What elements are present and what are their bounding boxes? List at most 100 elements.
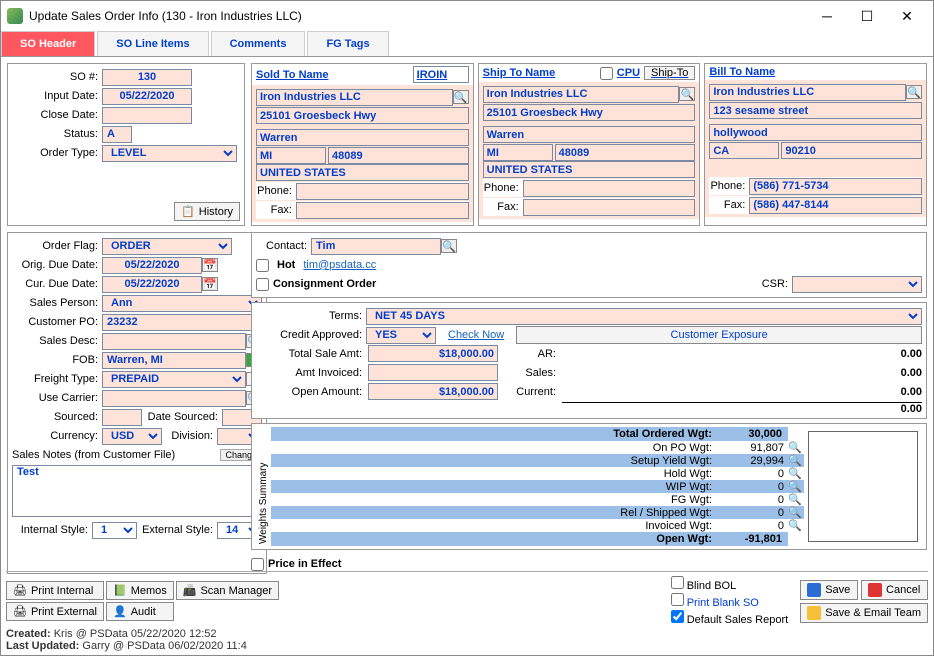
- consign-check[interactable]: [256, 278, 269, 291]
- status[interactable]: A: [102, 126, 132, 143]
- wgt-po-icon[interactable]: 🔍: [788, 441, 804, 454]
- maximize-button[interactable]: ☐: [847, 2, 887, 30]
- ship-fax[interactable]: [523, 199, 696, 216]
- cur-due-cal-icon[interactable]: 📅: [202, 277, 218, 291]
- weights-image-box: [808, 431, 918, 542]
- sold-phone[interactable]: [296, 183, 469, 200]
- ship-zip[interactable]: 48089: [555, 144, 696, 161]
- carrier[interactable]: [102, 390, 246, 407]
- audit-button[interactable]: 👤 Audit: [106, 602, 174, 621]
- sold-addr[interactable]: 25101 Groesbeck Hwy: [256, 107, 469, 124]
- hot-check[interactable]: [256, 259, 269, 272]
- sales-desc[interactable]: [102, 333, 246, 350]
- sales-person[interactable]: Ann: [102, 295, 262, 312]
- credit-approved[interactable]: YES: [366, 327, 436, 344]
- sold-fax[interactable]: [296, 202, 469, 219]
- input-date[interactable]: 05/22/2020: [102, 88, 192, 105]
- default-report-row[interactable]: Default Sales Report: [671, 610, 789, 626]
- wgt-wip-lbl: WIP Wgt:: [271, 481, 718, 493]
- contact[interactable]: Tim: [311, 238, 441, 255]
- freight-type[interactable]: PREPAID: [102, 371, 246, 388]
- orig-due-cal-icon[interactable]: 📅: [202, 258, 218, 272]
- check-now[interactable]: Check Now: [448, 329, 504, 341]
- memos-button[interactable]: 📗 Memos: [106, 581, 174, 600]
- wgt-hold-icon[interactable]: 🔍: [788, 467, 804, 480]
- cur-due-lbl: Cur. Due Date:: [12, 278, 102, 290]
- fob[interactable]: Warren, MI: [102, 352, 246, 369]
- bill-phone[interactable]: (586) 771-5734: [749, 178, 922, 195]
- bill-lookup-icon[interactable]: 🔍: [906, 85, 922, 99]
- bill-city[interactable]: hollywood: [709, 124, 922, 141]
- cancel-button[interactable]: Cancel: [861, 580, 928, 600]
- close-button[interactable]: ✕: [887, 2, 927, 30]
- save-button[interactable]: Save: [800, 580, 858, 600]
- tot-sale-lbl: Total Sale Amt:: [256, 348, 366, 360]
- print-blank-row[interactable]: Print Blank SO: [671, 593, 789, 609]
- customer-exposure[interactable]: Customer Exposure: [516, 326, 922, 344]
- bill-zip[interactable]: 90210: [781, 142, 922, 159]
- terms[interactable]: NET 45 DAYS: [366, 308, 922, 325]
- sold-lookup-icon[interactable]: 🔍: [453, 90, 469, 104]
- ship-addr[interactable]: 25101 Groesbeck Hwy: [483, 104, 696, 121]
- default-report-check[interactable]: [671, 610, 684, 623]
- csr[interactable]: [792, 276, 922, 293]
- save-email-button[interactable]: Save & Email Team: [800, 603, 928, 623]
- sold-country[interactable]: UNITED STATES: [256, 164, 469, 181]
- bill-state[interactable]: CA: [709, 142, 779, 159]
- print-external-button[interactable]: 🖨 Print External: [6, 602, 104, 621]
- blind-bol-check[interactable]: [671, 576, 684, 589]
- ship-phone[interactable]: [523, 180, 696, 197]
- ship-city[interactable]: Warren: [483, 126, 696, 143]
- currency[interactable]: USD: [102, 428, 162, 445]
- tab-comments[interactable]: Comments: [211, 31, 306, 56]
- wgt-setup-icon[interactable]: 🔍: [788, 454, 804, 467]
- order-flag[interactable]: ORDER: [102, 238, 232, 255]
- ship-country[interactable]: UNITED STATES: [483, 161, 696, 178]
- order-type[interactable]: LEVEL: [102, 145, 237, 162]
- contact-look-icon[interactable]: 🔍: [441, 239, 457, 253]
- print-internal-button[interactable]: 🖨 Print Internal: [6, 581, 104, 600]
- ship-state[interactable]: MI: [483, 144, 553, 161]
- close-date-label: Close Date:: [12, 109, 102, 121]
- tab-so-header[interactable]: SO Header: [1, 31, 95, 56]
- sold-to-panel: Sold To NameIROIN Iron Industries LLC🔍 2…: [251, 63, 474, 226]
- so-num[interactable]: 130: [102, 69, 192, 86]
- sourced[interactable]: [102, 409, 142, 426]
- wgt-wip-icon[interactable]: 🔍: [788, 480, 804, 493]
- fin-sales: 0.00: [562, 367, 922, 379]
- bill-fax[interactable]: (586) 447-8144: [749, 197, 922, 214]
- scan-manager-button[interactable]: 📠 Scan Manager: [176, 581, 279, 600]
- orig-due[interactable]: 05/22/2020: [102, 257, 202, 274]
- sold-name[interactable]: Iron Industries LLC: [256, 89, 453, 106]
- wgt-rel-icon[interactable]: 🔍: [788, 506, 804, 519]
- contact-email[interactable]: tim@psdata.cc: [303, 259, 376, 271]
- ship-lookup-icon[interactable]: 🔍: [679, 87, 695, 101]
- sold-code[interactable]: IROIN: [413, 66, 469, 83]
- wgt-fg: 0: [718, 494, 788, 506]
- bill-addr[interactable]: 123 sesame street: [709, 102, 922, 119]
- bill-name[interactable]: Iron Industries LLC: [709, 84, 906, 101]
- ship-name[interactable]: Iron Industries LLC: [483, 86, 680, 103]
- price-effect-check[interactable]: [251, 558, 264, 571]
- sold-state[interactable]: MI: [256, 147, 326, 164]
- sold-city[interactable]: Warren: [256, 129, 469, 146]
- print-blank-check[interactable]: [671, 593, 684, 606]
- minimize-button[interactable]: ─: [807, 2, 847, 30]
- int-style[interactable]: 1: [92, 522, 137, 539]
- wgt-wip: 0: [718, 481, 788, 493]
- weights-panel: Weights Summary Total Ordered Wgt:30,000…: [251, 423, 927, 550]
- wgt-fg-icon[interactable]: 🔍: [788, 493, 804, 506]
- close-date[interactable]: [102, 107, 192, 124]
- cust-po[interactable]: 23232: [102, 314, 262, 331]
- blind-bol-row[interactable]: Blind BOL: [671, 576, 789, 592]
- cur-due[interactable]: 05/22/2020: [102, 276, 202, 293]
- wgt-inv-icon[interactable]: 🔍: [788, 519, 804, 532]
- history-button[interactable]: 📋History: [174, 202, 240, 221]
- app-icon: [7, 8, 23, 24]
- tab-line-items[interactable]: SO Line Items: [97, 31, 208, 56]
- sales-notes[interactable]: Test: [12, 465, 262, 517]
- cpu-check[interactable]: [600, 67, 613, 80]
- tab-fg-tags[interactable]: FG Tags: [307, 31, 388, 56]
- ship-to-button[interactable]: Ship-To: [644, 66, 695, 80]
- sold-zip[interactable]: 48089: [328, 147, 469, 164]
